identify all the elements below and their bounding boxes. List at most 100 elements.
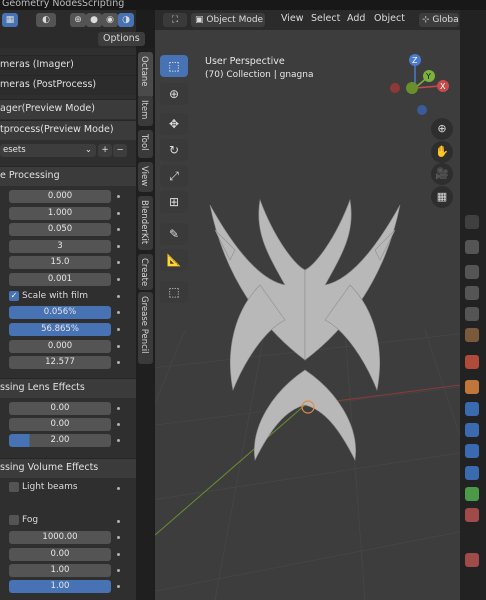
- remove-preset-button[interactable]: −: [113, 144, 127, 157]
- scale-with-film-checkbox[interactable]: ✓: [9, 291, 19, 301]
- output-properties-icon[interactable]: [465, 265, 479, 279]
- param-field[interactable]: 0.000: [9, 190, 111, 203]
- param-field[interactable]: 1000.00: [9, 531, 111, 544]
- view-layer-icon[interactable]: [465, 286, 479, 300]
- scene-properties-icon[interactable]: [465, 307, 479, 321]
- keyframe-dot[interactable]: [117, 407, 120, 410]
- solid-shading-icon[interactable]: ●: [86, 13, 102, 27]
- mode-dropdown[interactable]: ▣ Object Mode: [191, 13, 265, 27]
- presets-dropdown[interactable]: esets ⌄: [0, 144, 96, 157]
- options-dropdown[interactable]: Options: [98, 32, 145, 46]
- render-properties-icon[interactable]: [465, 240, 479, 254]
- transform-tool[interactable]: ⊞: [160, 191, 188, 213]
- keyframe-dot[interactable]: [117, 328, 120, 331]
- section-lens-effects[interactable]: ssing Lens Effects: [0, 378, 136, 398]
- section-volume-effects[interactable]: ssing Volume Effects: [0, 458, 136, 478]
- tab-blenderkit[interactable]: BlenderKit: [138, 196, 153, 250]
- tab-octane[interactable]: Octane: [138, 52, 153, 98]
- section-postprocess-preview[interactable]: tprocess(Preview Mode): [0, 120, 136, 140]
- tab-view[interactable]: View: [138, 162, 153, 192]
- keyframe-dot[interactable]: [117, 423, 120, 426]
- object-properties-icon[interactable]: [465, 380, 479, 394]
- gizmo-neg-z-handle[interactable]: [417, 105, 427, 115]
- menu-add[interactable]: Add: [347, 13, 365, 24]
- param-field[interactable]: 12.577: [9, 356, 111, 369]
- tab-scripting[interactable]: Scripting: [82, 0, 124, 9]
- particles-properties-icon[interactable]: [465, 423, 479, 437]
- gizmo-neg-y-handle[interactable]: [406, 82, 418, 94]
- shading-dropdown-icon[interactable]: ◐: [36, 13, 56, 27]
- collection-properties-icon[interactable]: [465, 355, 479, 369]
- editor-type-icon[interactable]: ⛶: [163, 13, 187, 27]
- scale-tool[interactable]: ⤢: [160, 165, 188, 187]
- world-properties-icon[interactable]: [465, 328, 479, 342]
- keyframe-dot[interactable]: [117, 195, 120, 198]
- param-field[interactable]: 1.00: [9, 564, 111, 577]
- physics-properties-icon[interactable]: [465, 444, 479, 458]
- menu-view[interactable]: View: [281, 13, 304, 24]
- tool-properties-icon[interactable]: [465, 215, 479, 229]
- param-field[interactable]: 0.001: [9, 273, 111, 286]
- param-field[interactable]: 1.00: [9, 580, 111, 593]
- tab-create[interactable]: Create: [138, 254, 153, 290]
- pan-hand-icon[interactable]: ✋: [431, 141, 453, 163]
- param-field[interactable]: 0.00: [9, 548, 111, 561]
- perspective-grid-icon[interactable]: ▦: [431, 186, 453, 208]
- material-shading-icon[interactable]: ◉: [102, 13, 118, 27]
- modifier-properties-icon[interactable]: [465, 402, 479, 416]
- transform-orientation-dropdown[interactable]: ⊹ Globa: [419, 13, 459, 27]
- keyframe-dot[interactable]: [117, 212, 120, 215]
- annotate-tool[interactable]: ✎: [160, 223, 188, 245]
- zoom-icon[interactable]: ⊕: [431, 118, 453, 140]
- param-field[interactable]: 0.050: [9, 223, 111, 236]
- tab-item[interactable]: Item: [138, 96, 153, 126]
- rotate-tool[interactable]: ↻: [160, 139, 188, 161]
- sculpture-model[interactable]: [209, 198, 401, 461]
- tab-grease-pencil[interactable]: Grease Pencil: [138, 292, 153, 364]
- tab-geometry-nodes[interactable]: Geometry Nodes: [2, 0, 82, 9]
- keyframe-dot[interactable]: [117, 295, 120, 298]
- move-tool[interactable]: ✥: [160, 113, 188, 135]
- section-cameras-postprocess[interactable]: meras (PostProcess): [0, 75, 136, 95]
- param-field[interactable]: 0.00: [9, 418, 111, 431]
- param-field[interactable]: 1.000: [9, 207, 111, 220]
- keyframe-dot[interactable]: [117, 228, 120, 231]
- param-field[interactable]: 15.0: [9, 256, 111, 269]
- keyframe-dot[interactable]: [117, 245, 120, 248]
- fog-checkbox[interactable]: [9, 515, 19, 525]
- section-imager-preview[interactable]: ager(Preview Mode): [0, 99, 136, 119]
- measure-tool[interactable]: 📐: [160, 249, 188, 271]
- cursor-tool[interactable]: ⊕: [160, 83, 188, 105]
- keyframe-dot[interactable]: [117, 361, 120, 364]
- material-properties-icon[interactable]: [465, 508, 479, 522]
- rendered-shading-icon[interactable]: ◑: [118, 13, 134, 27]
- tab-tool[interactable]: Tool: [138, 130, 153, 158]
- camera-view-icon[interactable]: 🎥: [431, 163, 453, 185]
- gizmo-neg-x-handle[interactable]: [390, 83, 400, 93]
- wireframe-shading-icon[interactable]: ⊕: [70, 13, 86, 27]
- keyframe-dot[interactable]: [117, 569, 120, 572]
- param-field[interactable]: 3: [9, 240, 111, 253]
- keyframe-dot[interactable]: [117, 585, 120, 588]
- data-properties-icon[interactable]: [465, 487, 479, 501]
- keyframe-dot[interactable]: [117, 487, 120, 490]
- add-cube-tool[interactable]: ⬚: [160, 281, 188, 303]
- percent-field[interactable]: 56.865%: [9, 323, 111, 336]
- texture-properties-icon[interactable]: [465, 553, 479, 567]
- keyframe-dot[interactable]: [117, 261, 120, 264]
- param-field[interactable]: 0.000: [9, 340, 111, 353]
- navigation-gizmo[interactable]: Z Y X: [385, 48, 455, 123]
- percent-field[interactable]: 0.056%: [9, 306, 111, 319]
- menu-object[interactable]: Object: [374, 13, 405, 24]
- keyframe-dot[interactable]: [117, 520, 120, 523]
- keyframe-dot[interactable]: [117, 345, 120, 348]
- light-beams-checkbox[interactable]: [9, 482, 19, 492]
- constraints-properties-icon[interactable]: [465, 466, 479, 480]
- section-cameras-imager[interactable]: meras (Imager): [0, 55, 136, 75]
- select-box-tool[interactable]: ⬚: [160, 55, 188, 77]
- section-post-processing[interactable]: e Processing: [0, 166, 136, 186]
- lens-slider-field[interactable]: 2.00: [9, 434, 111, 447]
- menu-select[interactable]: Select: [311, 13, 340, 24]
- keyframe-dot[interactable]: [117, 311, 120, 314]
- keyframe-dot[interactable]: [117, 536, 120, 539]
